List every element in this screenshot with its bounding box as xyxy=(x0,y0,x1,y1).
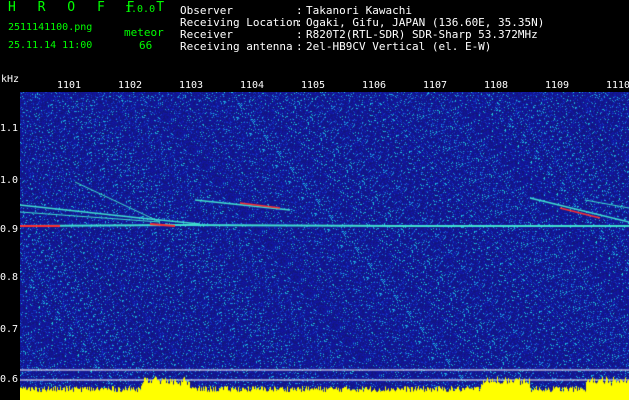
x-tick-label: 1101 xyxy=(57,80,82,91)
app-version: 1.0.0 xyxy=(125,4,156,15)
antenna-label: Receiving antenna xyxy=(180,40,293,53)
y-axis-unit: kHz xyxy=(1,74,20,85)
y-tick-label: 0.8 xyxy=(0,272,19,283)
x-tick-label: 1107 xyxy=(423,80,448,91)
y-tick-label: 0.6 xyxy=(0,374,19,385)
file-name: 2511141100.png xyxy=(8,22,93,33)
x-tick-label: 1109 xyxy=(545,80,570,91)
y-tick-label: 0.9 xyxy=(0,224,19,235)
y-tick-label: 0.7 xyxy=(0,324,19,335)
spectrogram-canvas xyxy=(20,92,629,400)
x-tick-label: 1108 xyxy=(484,80,509,91)
header-panel: H R O F F T 1.0.0 2511141100.png meteor … xyxy=(0,0,629,64)
meteor-label: meteor xyxy=(124,26,164,39)
date-time: 25.11.14 11:00 xyxy=(8,40,93,51)
y-tick-label: 1.0 xyxy=(0,175,19,186)
x-tick-label: 1103 xyxy=(179,80,204,91)
x-tick-label: 1102 xyxy=(118,80,143,91)
x-tick-label: 1105 xyxy=(301,80,326,91)
x-tick-label: 1104 xyxy=(240,80,265,91)
meteor-count: 66 xyxy=(139,39,153,52)
y-tick-label: 1.1 xyxy=(0,123,19,134)
x-tick-label: 1110 xyxy=(606,80,629,91)
antenna-colon: : xyxy=(296,40,303,53)
x-tick-label: 1106 xyxy=(362,80,387,91)
antenna-value: 2el-HB9CV Vertical (el. E-W) xyxy=(306,40,492,53)
